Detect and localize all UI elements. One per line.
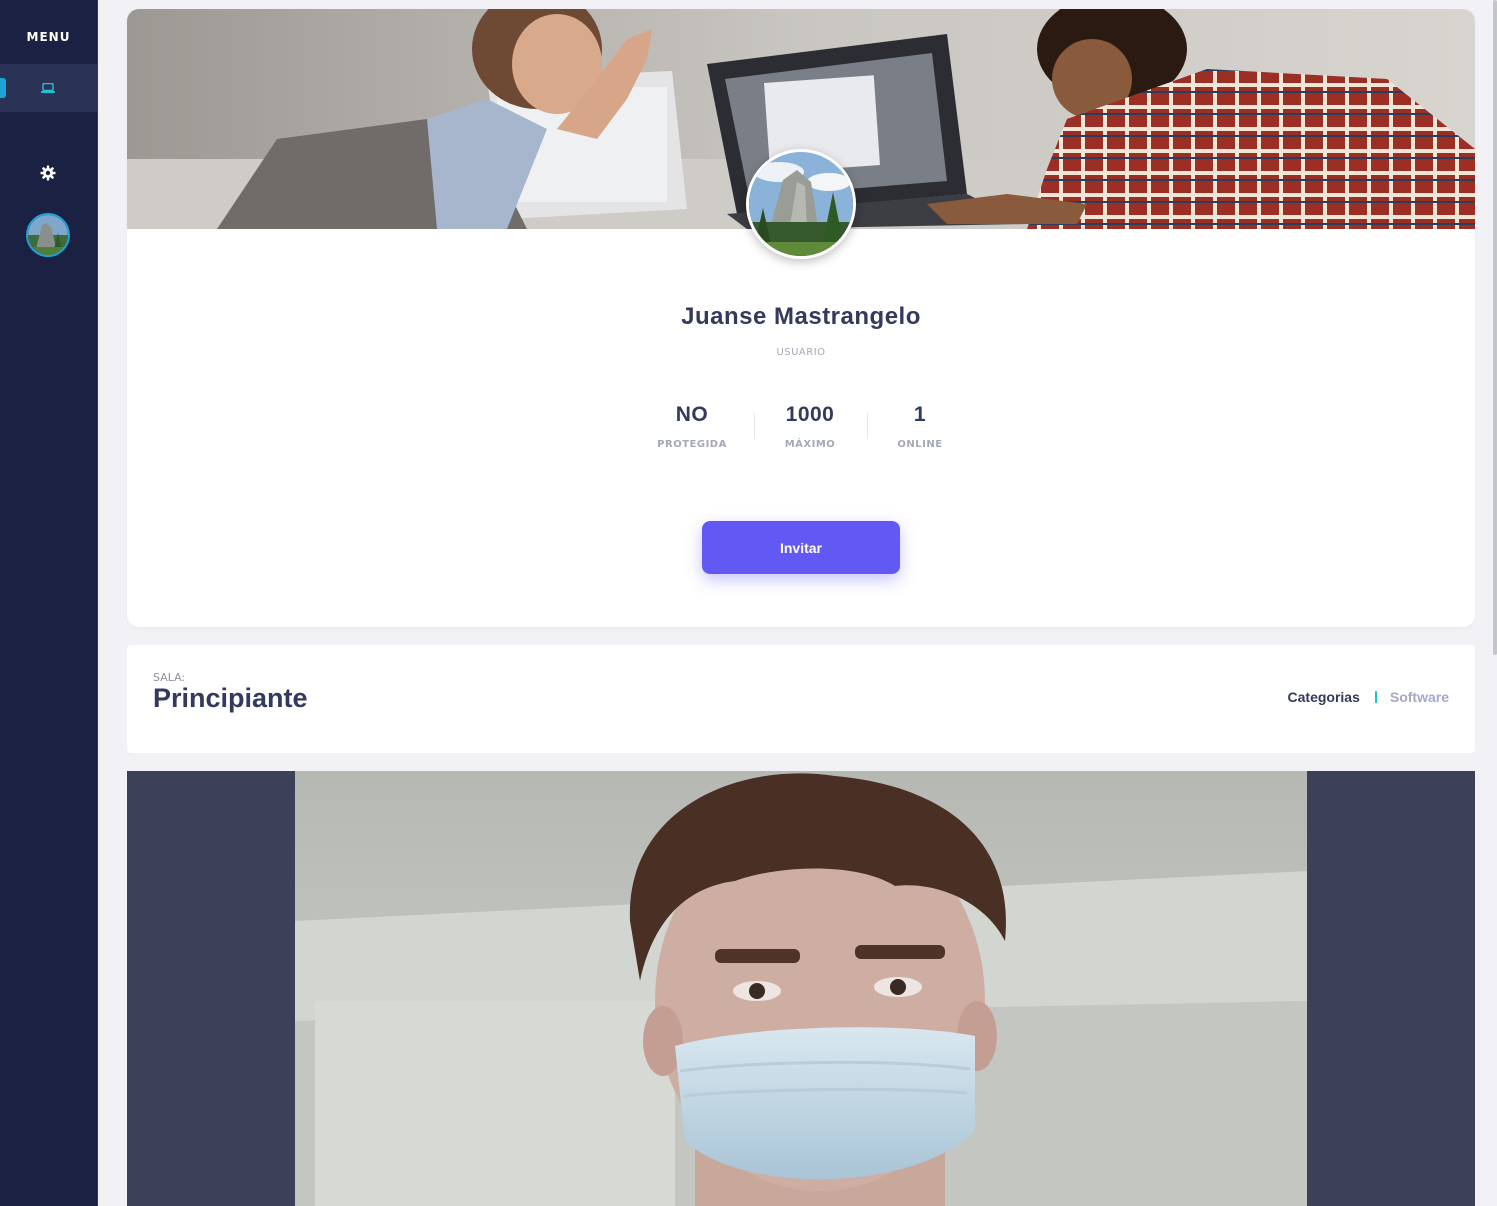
laptop-icon: [41, 83, 55, 93]
breadcrumb: Categorias Software: [1288, 689, 1449, 705]
profile-name: Juanse Mastrangelo: [681, 303, 921, 330]
stat-divider: [754, 413, 755, 439]
stat-value: 1: [913, 403, 927, 426]
breadcrumb-categories[interactable]: Categorias: [1288, 689, 1360, 705]
stat-online: 1 ONLINE: [885, 403, 955, 450]
stat-value: 1000: [785, 403, 835, 426]
sidebar-item-rooms[interactable]: [0, 64, 97, 112]
profile-avatar[interactable]: [746, 149, 856, 259]
stat-label: MÁXIMO: [784, 439, 836, 450]
profile-card: Juanse Mastrangelo USUARIO NO PROTEGIDA …: [127, 9, 1475, 627]
stat-value: NO: [675, 403, 709, 426]
gear-icon[interactable]: [40, 165, 56, 181]
scrollbar-thumb[interactable]: [1493, 0, 1497, 655]
profile-stats: NO PROTEGIDA 1000 MÁXIMO 1 ONLINE: [127, 403, 1475, 463]
video-area: [127, 771, 1475, 1206]
stat-divider: [867, 413, 868, 439]
webcam-video[interactable]: [295, 771, 1307, 1206]
sidebar: MENU: [0, 0, 98, 1206]
active-indicator: [0, 78, 6, 98]
profile-role: USUARIO: [776, 347, 826, 358]
room-header: SALA: Principiante Categorias Software: [127, 645, 1475, 753]
stat-max: 1000 MÁXIMO: [770, 403, 850, 450]
page-scrollbar[interactable]: [1491, 0, 1497, 655]
room-title: Principiante: [153, 683, 308, 713]
breadcrumb-current: Software: [1389, 689, 1449, 705]
avatar-image: [749, 152, 853, 256]
avatar-image: [28, 215, 68, 255]
user-avatar[interactable]: [26, 213, 70, 257]
stat-label: ONLINE: [897, 439, 943, 450]
breadcrumb-separator: [1374, 691, 1377, 703]
stat-protected: NO PROTEGIDA: [650, 403, 734, 450]
invite-button[interactable]: Invitar: [702, 521, 900, 574]
stat-label: PROTEGIDA: [657, 439, 727, 450]
menu-title: MENU: [26, 30, 71, 44]
